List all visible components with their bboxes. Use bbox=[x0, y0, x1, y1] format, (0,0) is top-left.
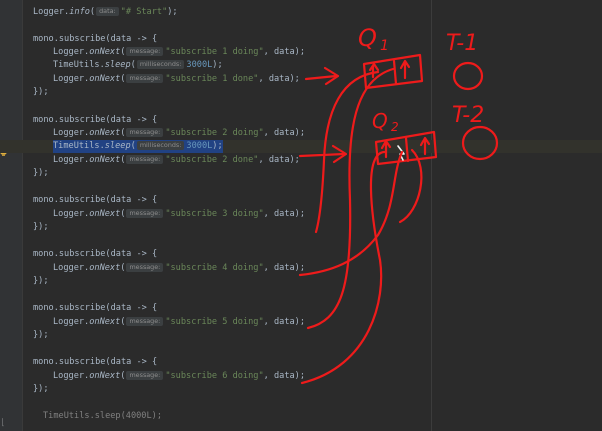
q2-subscript: 2 bbox=[391, 120, 399, 134]
thread-t1-label: T-1 bbox=[446, 31, 478, 56]
thread-t1-drawing: T-1 bbox=[446, 31, 484, 91]
hand-drawn-annotations: Q 1 Q 2 T-1 T-2 bbox=[298, 24, 499, 385]
q2-queue-drawing: Q 2 bbox=[372, 109, 438, 166]
q1-subscript: 1 bbox=[380, 38, 389, 54]
thread-t2-drawing: T-2 bbox=[452, 103, 499, 161]
thread-t2-label: T-2 bbox=[452, 103, 484, 128]
q1-queue-drawing: Q 1 bbox=[358, 24, 424, 90]
q2-label: Q bbox=[372, 109, 388, 133]
arrow-to-q1 bbox=[304, 66, 340, 86]
q1-label: Q bbox=[358, 24, 377, 52]
q2-flow-curves bbox=[298, 148, 423, 385]
